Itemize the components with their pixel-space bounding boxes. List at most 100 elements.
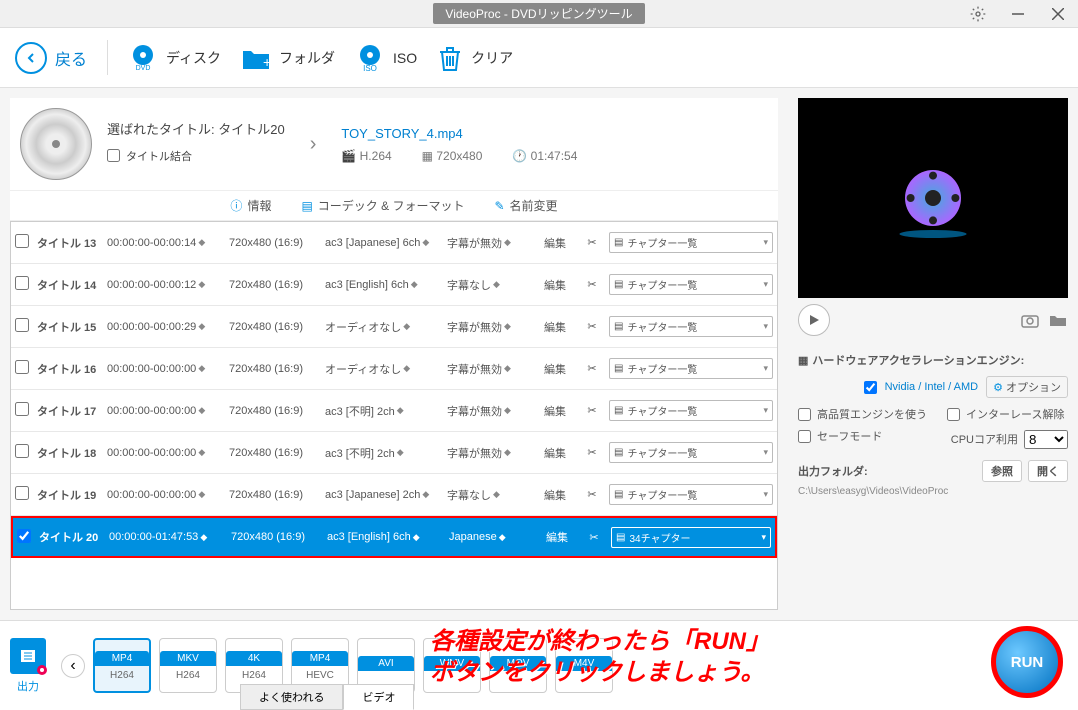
hq-checkbox[interactable] (798, 408, 811, 421)
close-button[interactable] (1038, 0, 1078, 28)
info-button[interactable]: ⓘ情報 (230, 197, 271, 214)
main-toolbar: 戻る DVD ディスク + フォルダ ISO ISO クリア (0, 28, 1078, 88)
format-card[interactable]: MOV (489, 638, 547, 693)
row-checkbox[interactable] (17, 529, 31, 543)
edit-button[interactable]: 編集 (535, 277, 575, 293)
settings-icon[interactable] (958, 0, 998, 28)
format-codec: H264 (176, 670, 200, 681)
iso-icon: ISO (355, 43, 385, 73)
folder-open-icon[interactable] (1048, 312, 1068, 328)
chapter-button[interactable]: ▤チャプター一覧▾ (609, 274, 773, 295)
back-button[interactable]: 戻る (15, 42, 87, 74)
chapter-button[interactable]: ▤チャプター一覧▾ (609, 442, 773, 463)
row-checkbox[interactable] (15, 276, 29, 290)
cut-icon[interactable]: ✂ (579, 362, 605, 375)
table-row[interactable]: タイトル 20 00:00:00-01:47:53◆ 720x480 (16:9… (11, 516, 777, 558)
iso-button[interactable]: ISO ISO (355, 43, 417, 73)
clear-button[interactable]: クリア (437, 44, 513, 72)
edit-button[interactable]: 編集 (535, 403, 575, 419)
table-row[interactable]: タイトル 19 00:00:00-00:00:00◆ 720x480 (16:9… (11, 474, 777, 516)
camera-icon[interactable] (1020, 312, 1040, 328)
deinterlace-checkbox[interactable] (947, 408, 960, 421)
cut-icon[interactable]: ✂ (579, 236, 605, 249)
cut-icon[interactable]: ✂ (579, 488, 605, 501)
table-row[interactable]: タイトル 16 00:00:00-00:00:00◆ 720x480 (16:9… (11, 348, 777, 390)
row-checkbox[interactable] (15, 318, 29, 332)
clear-label: クリア (471, 48, 513, 68)
edit-button[interactable]: 編集 (535, 487, 575, 503)
table-row[interactable]: タイトル 13 00:00:00-00:00:14◆ 720x480 (16:9… (11, 222, 777, 264)
chapter-button[interactable]: ▤チャプター一覧▾ (609, 232, 773, 253)
chapter-button[interactable]: ▤34チャプター▾ (611, 527, 771, 548)
hw-options-button[interactable]: ⚙オプション (986, 376, 1068, 398)
cut-icon[interactable]: ✂ (581, 531, 607, 544)
codec-button[interactable]: ▤コーデック & フォーマット (301, 197, 464, 214)
table-row[interactable]: タイトル 15 00:00:00-00:00:29◆ 720x480 (16:9… (11, 306, 777, 348)
edit-button[interactable]: 編集 (535, 361, 575, 377)
edit-button[interactable]: 編集 (535, 319, 575, 335)
safemode-checkbox[interactable] (798, 430, 811, 443)
row-checkbox[interactable] (15, 402, 29, 416)
chapter-button[interactable]: ▤チャプター一覧▾ (609, 400, 773, 421)
subtitle-select[interactable]: 字幕が無効◆ (447, 235, 531, 251)
title-duration: 00:00:00-00:00:00◆ (107, 363, 225, 375)
audio-select[interactable]: ac3 [不明] 2ch◆ (325, 403, 443, 419)
table-row[interactable]: タイトル 18 00:00:00-00:00:00◆ 720x480 (16:9… (11, 432, 777, 474)
run-button[interactable]: RUN (991, 626, 1063, 698)
audio-select[interactable]: ac3 [Japanese] 6ch◆ (325, 237, 443, 249)
cut-icon[interactable]: ✂ (579, 320, 605, 333)
tab-video[interactable]: ビデオ (343, 684, 414, 710)
folder-label: フォルダ (279, 48, 335, 68)
title-duration: 00:00:00-00:00:14◆ (107, 237, 225, 249)
subtitle-select[interactable]: 字幕なし◆ (447, 277, 531, 293)
tab-popular[interactable]: よく使われる (240, 684, 343, 710)
folder-button[interactable]: + フォルダ (241, 45, 335, 71)
merge-checkbox[interactable] (107, 149, 120, 162)
chapter-button[interactable]: ▤チャプター一覧▾ (609, 358, 773, 379)
table-row[interactable]: タイトル 14 00:00:00-00:00:12◆ 720x480 (16:9… (11, 264, 777, 306)
format-card[interactable]: MKVH264 (159, 638, 217, 693)
audio-select[interactable]: オーディオなし◆ (325, 319, 443, 335)
open-folder-button[interactable]: 開く (1028, 460, 1068, 482)
audio-select[interactable]: ac3 [English] 6ch◆ (325, 279, 443, 291)
table-row[interactable]: タイトル 17 00:00:00-00:00:00◆ 720x480 (16:9… (11, 390, 777, 432)
audio-select[interactable]: ac3 [不明] 2ch◆ (325, 445, 443, 461)
row-checkbox[interactable] (15, 444, 29, 458)
format-card[interactable]: M4V (555, 638, 613, 693)
output-icon (10, 638, 46, 674)
row-checkbox[interactable] (15, 360, 29, 374)
subtitle-select[interactable]: 字幕が無効◆ (447, 361, 531, 377)
subtitle-select[interactable]: 字幕なし◆ (447, 487, 531, 503)
chapter-button[interactable]: ▤チャプター一覧▾ (609, 316, 773, 337)
outfolder-path: C:\Users\easyg\Videos\VideoProc (798, 486, 1068, 497)
format-card[interactable]: MP4H264 (93, 638, 151, 693)
subtitle-select[interactable]: 字幕が無効◆ (447, 319, 531, 335)
row-checkbox[interactable] (15, 486, 29, 500)
disc-button[interactable]: DVD ディスク (128, 43, 221, 73)
chapter-button[interactable]: ▤チャプター一覧▾ (609, 484, 773, 505)
scroll-left-button[interactable]: ‹ (61, 654, 85, 678)
subtitle-select[interactable]: 字幕が無効◆ (447, 403, 531, 419)
rename-button[interactable]: ✎名前変更 (494, 197, 557, 214)
audio-select[interactable]: ac3 [Japanese] 2ch◆ (325, 489, 443, 501)
browse-button[interactable]: 参照 (982, 460, 1022, 482)
audio-select[interactable]: ac3 [English] 6ch◆ (327, 531, 445, 543)
row-checkbox[interactable] (15, 234, 29, 248)
subtitle-select[interactable]: 字幕が無効◆ (447, 445, 531, 461)
format-name: MP4 (292, 651, 348, 666)
subtitle-select[interactable]: Japanese◆ (449, 531, 533, 543)
cpu-cores-select[interactable]: 8 (1024, 430, 1068, 449)
edit-button[interactable]: 編集 (535, 235, 575, 251)
audio-select[interactable]: オーディオなし◆ (325, 361, 443, 377)
cut-icon[interactable]: ✂ (579, 446, 605, 459)
safemode-label: セーフモード (817, 428, 882, 444)
cut-icon[interactable]: ✂ (579, 278, 605, 291)
play-button[interactable] (798, 304, 830, 336)
format-card[interactable]: WMV (423, 638, 481, 693)
edit-button[interactable]: 編集 (535, 445, 575, 461)
edit-button[interactable]: 編集 (537, 529, 577, 545)
cut-icon[interactable]: ✂ (579, 404, 605, 417)
hw-vendors-checkbox[interactable] (864, 381, 877, 394)
format-name: MOV (490, 656, 546, 671)
minimize-button[interactable] (998, 0, 1038, 28)
